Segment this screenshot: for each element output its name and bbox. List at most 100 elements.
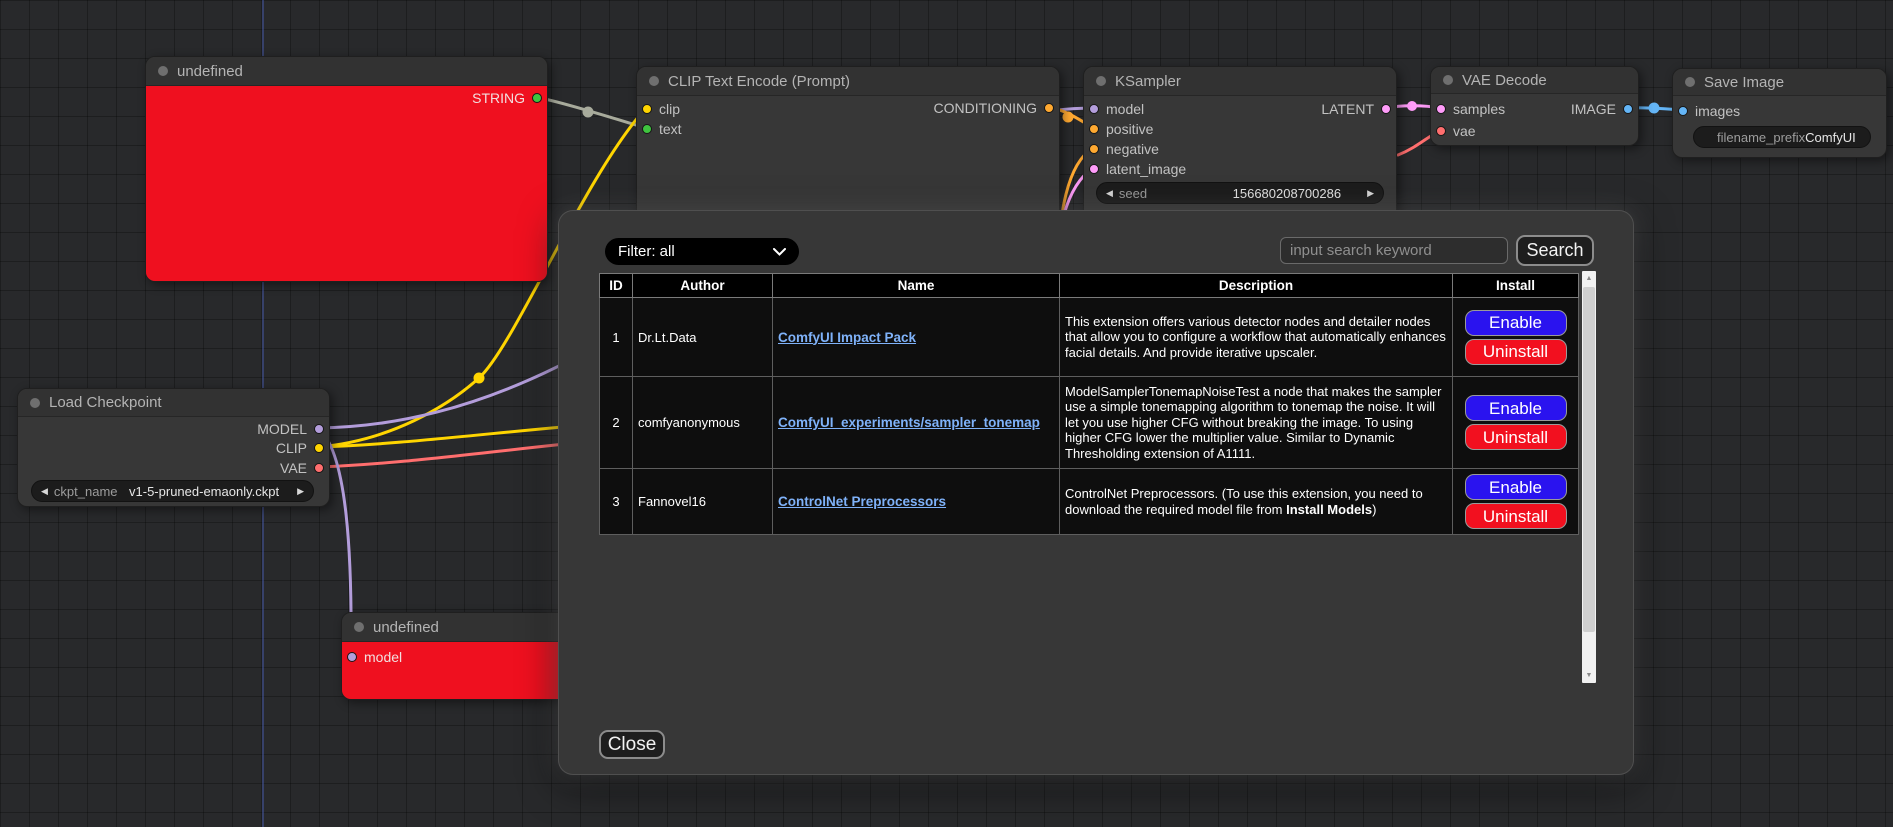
table-row: 1 Dr.Lt.Data ComfyUI Impact Pack This ex… [600, 298, 1579, 377]
clip-slot-icon[interactable] [314, 443, 324, 453]
collapse-dot-icon[interactable] [649, 76, 659, 86]
extension-table: ID Author Name Description Install 1 Dr.… [599, 273, 1579, 535]
input-samples[interactable]: samples [1436, 100, 1505, 118]
slot-label: CONDITIONING [934, 100, 1037, 116]
search-input[interactable] [1280, 237, 1508, 264]
search-button[interactable]: Search [1516, 235, 1594, 266]
input-latent-image[interactable]: latent_image [1089, 160, 1186, 178]
collapse-dot-icon[interactable] [354, 622, 364, 632]
seed-widget[interactable]: ◀ seed 156680208700286 ▶ [1096, 182, 1384, 204]
model-slot-icon[interactable] [1089, 104, 1099, 114]
latent-slot-icon[interactable] [1089, 164, 1099, 174]
node-save-image[interactable]: Save Image images filename_prefix ComfyU… [1672, 68, 1887, 158]
input-negative[interactable]: negative [1089, 140, 1159, 158]
conditioning-slot-icon[interactable] [1089, 144, 1099, 154]
output-latent[interactable]: LATENT [1321, 100, 1391, 118]
decrement-arrow-icon[interactable]: ◀ [41, 487, 48, 496]
conditioning-slot-icon[interactable] [1089, 124, 1099, 134]
extension-name-link[interactable]: ComfyUI_experiments/sampler_tonemap [778, 415, 1040, 430]
vae-slot-icon[interactable] [314, 463, 324, 473]
node-title-bar[interactable]: Load Checkpoint [18, 389, 329, 417]
output-vae[interactable]: VAE [280, 459, 324, 477]
chevron-down-icon [773, 248, 786, 256]
header-author: Author [633, 274, 773, 298]
image-slot-icon[interactable] [1678, 106, 1688, 116]
scroll-up-icon[interactable]: ▲ [1582, 271, 1596, 286]
close-button[interactable]: Close [599, 730, 665, 759]
node-title: CLIP Text Encode (Prompt) [668, 73, 850, 90]
enable-button[interactable]: Enable [1465, 474, 1567, 500]
model-slot-icon[interactable] [314, 424, 324, 434]
output-clip[interactable]: CLIP [276, 439, 324, 457]
image-slot-icon[interactable] [1623, 104, 1633, 114]
extension-name-link[interactable]: ControlNet Preprocessors [778, 494, 946, 509]
row-id: 1 [600, 298, 633, 377]
ckpt-name-widget[interactable]: ◀ ckpt_name v1-5-pruned-emaonly.ckpt ▶ [31, 480, 314, 502]
uninstall-button[interactable]: Uninstall [1465, 424, 1567, 450]
node-title-bar[interactable]: Save Image [1673, 69, 1886, 96]
output-conditioning[interactable]: CONDITIONING [934, 99, 1054, 117]
output-image[interactable]: IMAGE [1571, 100, 1633, 118]
extension-name-link[interactable]: ComfyUI Impact Pack [778, 330, 916, 345]
node-title-bar[interactable]: CLIP Text Encode (Prompt) [637, 67, 1059, 96]
filter-select[interactable]: Filter: all [605, 238, 799, 265]
increment-arrow-icon[interactable]: ▶ [297, 487, 304, 496]
input-images[interactable]: images [1678, 102, 1740, 120]
uninstall-button[interactable]: Uninstall [1465, 503, 1567, 529]
filename-prefix-widget[interactable]: filename_prefix ComfyUI [1693, 126, 1871, 148]
input-text[interactable]: text [642, 120, 682, 138]
decrement-arrow-icon[interactable]: ◀ [1106, 189, 1113, 198]
increment-arrow-icon[interactable]: ▶ [1367, 189, 1374, 198]
node-load-checkpoint[interactable]: Load Checkpoint MODEL CLIP VAE ◀ ckpt_na… [17, 388, 330, 507]
node-undefined-top[interactable]: undefined STRING [145, 56, 548, 282]
clip-slot-icon[interactable] [642, 104, 652, 114]
enable-button[interactable]: Enable [1465, 310, 1567, 336]
enable-button[interactable]: Enable [1465, 395, 1567, 421]
node-title-bar[interactable]: KSampler [1084, 67, 1396, 96]
input-positive[interactable]: positive [1089, 120, 1153, 138]
widget-label: filename_prefix [1717, 130, 1805, 145]
node-vae-decode[interactable]: VAE Decode samples vae IMAGE [1430, 66, 1639, 146]
collapse-dot-icon[interactable] [30, 398, 40, 408]
latent-slot-icon[interactable] [1436, 104, 1446, 114]
node-title-bar[interactable]: VAE Decode [1431, 67, 1638, 94]
widget-value: v1-5-pruned-emaonly.ckpt [129, 484, 279, 499]
slot-label: latent_image [1106, 161, 1186, 177]
table-scrollbar[interactable]: ▲ ▼ [1582, 271, 1596, 683]
comfyui-canvas[interactable]: undefined STRING CLIP Text Encode (Promp… [0, 0, 1893, 827]
header-name: Name [773, 274, 1060, 298]
scroll-down-icon[interactable]: ▼ [1582, 668, 1596, 683]
node-title: VAE Decode [1462, 72, 1547, 89]
slot-label: VAE [280, 460, 307, 476]
slot-label: negative [1106, 141, 1159, 157]
node-undefined-bottom[interactable]: undefined model [341, 612, 569, 700]
slot-label: CLIP [276, 440, 307, 456]
slot-label: samples [1453, 101, 1505, 117]
slot-label: clip [659, 101, 680, 117]
input-model[interactable]: model [347, 648, 402, 666]
scrollbar-thumb[interactable] [1583, 287, 1595, 632]
output-string[interactable]: STRING [472, 89, 542, 107]
input-model[interactable]: model [1089, 100, 1144, 118]
string-slot-icon[interactable] [642, 124, 652, 134]
row-id: 3 [600, 469, 633, 535]
collapse-dot-icon[interactable] [1096, 76, 1106, 86]
string-slot-icon[interactable] [532, 93, 542, 103]
input-vae[interactable]: vae [1436, 122, 1476, 140]
row-description: ModelSamplerTonemapNoiseTest a node that… [1060, 377, 1453, 469]
uninstall-button[interactable]: Uninstall [1465, 339, 1567, 365]
collapse-dot-icon[interactable] [158, 66, 168, 76]
model-slot-icon[interactable] [347, 652, 357, 662]
node-title-bar[interactable]: undefined [342, 613, 568, 642]
header-install: Install [1453, 274, 1579, 298]
conditioning-slot-icon[interactable] [1044, 103, 1054, 113]
collapse-dot-icon[interactable] [1443, 75, 1453, 85]
output-model[interactable]: MODEL [257, 420, 324, 438]
collapse-dot-icon[interactable] [1685, 77, 1695, 87]
input-clip[interactable]: clip [642, 100, 680, 118]
vae-slot-icon[interactable] [1436, 126, 1446, 136]
header-description: Description [1060, 274, 1453, 298]
latent-slot-icon[interactable] [1381, 104, 1391, 114]
node-title-bar[interactable]: undefined [146, 57, 547, 86]
extension-table-scroll-area[interactable]: ID Author Name Description Install 1 Dr.… [599, 273, 1596, 683]
